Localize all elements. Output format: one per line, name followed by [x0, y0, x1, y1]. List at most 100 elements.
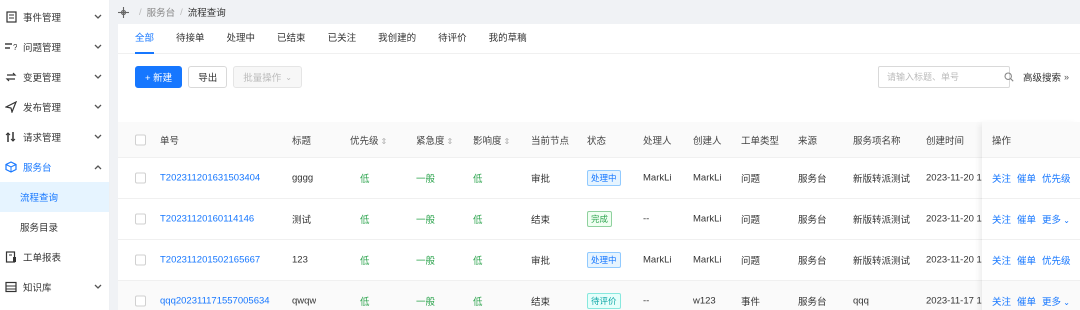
chevron-down-icon: ⌄ [1061, 216, 1070, 225]
urge-link[interactable]: 催单 [1017, 212, 1036, 226]
search-icon[interactable] [1004, 72, 1014, 82]
op-label: 更多 [1042, 297, 1062, 308]
row-creator: MarkLi [693, 254, 722, 266]
sidebar-item-knowledge[interactable]: 知识库 [0, 272, 109, 302]
advanced-search-toggle[interactable]: 高级搜索» [1023, 70, 1069, 84]
follow-link[interactable]: 关注 [992, 253, 1011, 267]
row-source: 服务台 [798, 297, 827, 308]
sidebar-item-label: 服务台 [23, 163, 52, 174]
row-priority: 低 [360, 256, 370, 267]
row-id-link[interactable]: T20231120160114146 [160, 214, 254, 225]
tab-pending-review[interactable]: 待评价 [438, 30, 467, 53]
row-priority: 低 [360, 215, 370, 226]
breadcrumb: / 服务台 / 流程查询 [110, 0, 1080, 24]
table-row[interactable]: qqq202311171557005634 qwqw 低 一般 低 结束 待评价 -- w123… [118, 281, 1080, 310]
batch-operation-button[interactable]: 批量操作 ⌄ [233, 66, 302, 88]
op-label: 关注 [992, 174, 1012, 185]
status-tag: 处理中 [587, 170, 621, 186]
urge-link[interactable]: 催单 [1017, 294, 1036, 308]
op-label: 催单 [1017, 174, 1037, 185]
tab-processing[interactable]: 处理中 [227, 30, 256, 53]
tab-all[interactable]: 全部 [135, 30, 155, 54]
tab-followed[interactable]: 已关注 [328, 30, 357, 53]
row-title: gggg [292, 172, 314, 184]
row-id-link[interactable]: T202311201502165667 [160, 255, 260, 266]
sidebar-item-change[interactable]: 变更管理 [0, 62, 109, 92]
op-label: 关注 [992, 256, 1012, 267]
row-checkbox[interactable] [135, 213, 146, 225]
status-badge: 处理中 [587, 252, 621, 268]
sidebar-item-problem[interactable]: ? 问题管理 [0, 32, 109, 62]
row-urgency: 一般 [416, 174, 436, 185]
table-header: 单号 标题 优先级 ⇕ 紧急度 ⇕ 影响度 ⇕ 当前节点 状态 处理人 创建人 工单类… [118, 122, 1080, 158]
col-impact[interactable]: 影响度 ⇕ [473, 133, 510, 147]
swap-icon [4, 70, 18, 84]
tab-pending-accept[interactable]: 待接单 [176, 30, 205, 53]
table-row[interactable]: T20231120160114146 测试 低 一般 低 结束 完成 -- MarkLi 问题 服务… [118, 199, 1080, 240]
sidebar-item-service-desk[interactable]: 服务台 [0, 152, 109, 182]
col-urgency-label: 紧急度 [416, 135, 445, 147]
sidebar-item-label: 工单报表 [23, 253, 62, 264]
op-label: 催单 [1017, 256, 1037, 267]
sort-icon: ⇕ [446, 136, 454, 146]
row-id-link[interactable]: T202311201631503404 [160, 173, 260, 184]
table-row[interactable]: T202311201502165667 123 低 一般 低 审批 处理中 MarkLi Mar… [118, 240, 1080, 281]
sidebar-item-request[interactable]: 请求管理 [0, 122, 109, 152]
tab-my-drafts[interactable]: 我的草稿 [489, 30, 527, 53]
sidebar-subitem-service-catalog[interactable]: 服务目录 [0, 212, 109, 242]
sidebar-item-release[interactable]: 发布管理 [0, 92, 109, 122]
chevron-up-icon [93, 162, 103, 172]
row-handler: -- [643, 213, 650, 225]
search-input[interactable] [887, 72, 1004, 82]
home-icon[interactable] [118, 6, 129, 18]
operations-row: 关注 催单 优先级 [982, 240, 1080, 281]
operations-column: 操作 关注 催单 优先级 关注 催单 更多 ⌄ 关注 催单 优先级 关注 催单 更多 ⌄ [982, 122, 1080, 310]
row-impact: 低 [473, 174, 483, 185]
tab-ended[interactable]: 已结束 [277, 30, 306, 53]
follow-link[interactable]: 关注 [992, 212, 1011, 226]
operations-row: 关注 催单 优先级 [982, 158, 1080, 199]
row-type: 事件 [741, 297, 761, 308]
more-link[interactable]: 更多 ⌄ [1042, 294, 1070, 308]
breadcrumb-current: 流程查询 [187, 8, 226, 19]
sidebar-subitem-process-query[interactable]: 流程查询 [0, 182, 109, 212]
row-node: 结束 [531, 215, 551, 226]
sidebar-item-report[interactable]: 工单报表 [0, 242, 109, 272]
table-row[interactable]: T202311201631503404 gggg 低 一般 低 审批 处理中 MarkLi Ma… [118, 158, 1080, 199]
urge-link[interactable]: 催单 [1017, 253, 1036, 267]
op-label: 更多 [1042, 215, 1062, 226]
follow-link[interactable]: 关注 [992, 294, 1011, 308]
request-icon [4, 130, 18, 144]
sidebar-item-label: 事件管理 [23, 13, 62, 24]
row-checkbox[interactable] [135, 295, 146, 307]
row-checkbox[interactable] [135, 254, 146, 266]
row-service: 新版转派测试 [853, 215, 911, 226]
row-type: 问题 [741, 215, 761, 226]
row-checkbox[interactable] [135, 172, 146, 184]
row-source: 服务台 [798, 256, 827, 267]
new-button[interactable]: + 新建 [135, 66, 183, 88]
row-id-link[interactable]: qqq202311171557005634 [160, 296, 270, 307]
urge-link[interactable]: 催单 [1017, 171, 1036, 185]
more-link[interactable]: 更多 ⌄ [1042, 212, 1070, 226]
send-icon [4, 100, 18, 114]
priority-link[interactable]: 优先级 [1042, 171, 1071, 185]
select-all-checkbox[interactable] [135, 134, 146, 145]
breadcrumb-parent[interactable]: 服务台 [147, 5, 176, 19]
priority-link[interactable]: 优先级 [1042, 253, 1071, 267]
col-type: 工单类型 [741, 135, 780, 147]
export-button[interactable]: 导出 [188, 66, 228, 88]
op-label: 关注 [992, 215, 1012, 226]
col-impact-label: 影响度 [473, 135, 502, 147]
sidebar-item-label: 知识库 [23, 283, 52, 294]
follow-link[interactable]: 关注 [992, 171, 1011, 185]
col-priority[interactable]: 优先级 ⇕ [350, 133, 387, 147]
status-tag: 完成 [587, 211, 613, 227]
chevron-down-icon [93, 282, 103, 292]
col-urgency[interactable]: 紧急度 ⇕ [416, 133, 453, 147]
sidebar-item-incident[interactable]: 事件管理 [0, 2, 109, 32]
col-source: 来源 [798, 135, 818, 147]
row-node: 结束 [531, 297, 551, 308]
col-priority-label: 优先级 [350, 135, 379, 147]
tab-created-by-me[interactable]: 我创建的 [378, 30, 416, 53]
